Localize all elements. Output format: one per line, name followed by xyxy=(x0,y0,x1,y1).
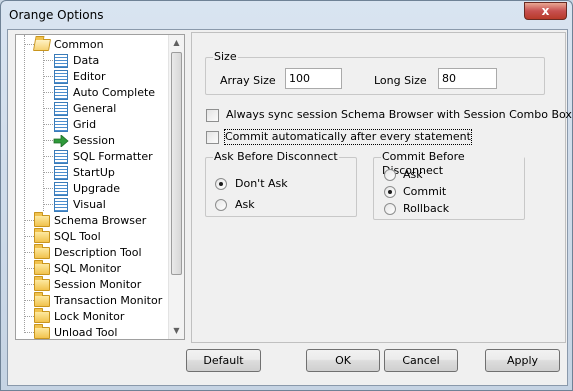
tree-item-label: Upgrade xyxy=(73,182,121,195)
array-size-label: Array Size xyxy=(220,74,276,87)
commit-label[interactable]: Commit xyxy=(403,185,446,199)
rollback-radio[interactable] xyxy=(384,203,396,215)
cancel-button[interactable]: Cancel xyxy=(384,349,458,372)
document-icon xyxy=(54,198,68,212)
folder-icon xyxy=(34,308,50,323)
tree-line xyxy=(24,316,34,317)
tree-line xyxy=(24,35,25,331)
window-title: Orange Options xyxy=(9,8,104,22)
tree-line xyxy=(24,220,34,221)
tree-item-label: Session xyxy=(73,134,115,147)
tree-line xyxy=(24,332,34,333)
ask-radio[interactable] xyxy=(215,199,227,211)
folder-icon xyxy=(34,212,50,227)
apply-button[interactable]: Apply xyxy=(485,349,560,372)
folder-icon xyxy=(34,324,50,339)
tree-line xyxy=(24,300,34,301)
options-window: Orange Options x Common Data Editor Auto… xyxy=(0,0,573,391)
commit-radio[interactable] xyxy=(384,186,396,198)
tree-line xyxy=(43,108,53,109)
tree-line xyxy=(43,124,53,125)
tree-item-label: Lock Monitor xyxy=(54,310,125,323)
document-icon xyxy=(54,86,68,100)
tree-item-label: SQL Tool xyxy=(54,230,101,243)
document-icon xyxy=(54,182,68,196)
tree-item-label: Transaction Monitor xyxy=(54,294,163,307)
rollback-label[interactable]: Rollback xyxy=(403,202,449,216)
tree-line xyxy=(24,236,34,237)
folder-icon xyxy=(34,260,50,275)
document-icon xyxy=(54,166,68,180)
folder-open-icon xyxy=(32,39,52,51)
ask-label[interactable]: Ask xyxy=(235,198,255,212)
commit-ask-label[interactable]: Ask xyxy=(403,168,423,182)
tree-item-label: SQL Monitor xyxy=(54,262,122,275)
folder-icon xyxy=(34,244,50,259)
session-options-panel: Size Array Size Long Size Always sync se… xyxy=(191,32,573,343)
document-icon xyxy=(54,102,68,116)
tree-line xyxy=(43,188,53,189)
tree-item-label: Description Tool xyxy=(54,246,142,259)
folder-icon xyxy=(34,276,50,291)
long-size-input[interactable] xyxy=(438,68,497,89)
dont-ask-label[interactable]: Don't Ask xyxy=(235,177,288,191)
always-sync-label[interactable]: Always sync session Schema Browser with … xyxy=(226,108,573,122)
options-tree: Common Data Editor Auto Complete General xyxy=(15,34,185,340)
tree-item-label: Session Monitor xyxy=(54,278,142,291)
tree-item-label: SQL Formatter xyxy=(73,150,153,163)
tree-item-label: Auto Complete xyxy=(73,86,156,99)
ok-button[interactable]: OK xyxy=(306,349,380,372)
scroll-up-arrow-icon[interactable]: ▲ xyxy=(169,35,184,51)
title-bar[interactable]: Orange Options x xyxy=(1,1,572,29)
tree-line xyxy=(43,51,44,211)
scroll-down-arrow-icon[interactable]: ▼ xyxy=(169,323,184,339)
tree-item-label: Visual xyxy=(73,198,106,211)
ask-before-disconnect-legend: Ask Before Disconnect xyxy=(213,150,339,164)
document-icon xyxy=(54,70,68,84)
tree-item-label: Editor xyxy=(73,70,106,83)
folder-icon xyxy=(34,228,50,243)
document-icon xyxy=(54,118,68,132)
document-icon xyxy=(54,54,68,68)
tree-item-label: General xyxy=(73,102,117,115)
always-sync-checkbox[interactable] xyxy=(206,109,219,122)
long-size-label: Long Size xyxy=(374,74,427,87)
tree-line xyxy=(43,204,53,205)
tree-line xyxy=(43,172,53,173)
commit-auto-label[interactable]: Commit automatically after every stateme… xyxy=(224,129,472,145)
tree-line xyxy=(43,60,53,61)
dont-ask-radio[interactable] xyxy=(215,178,227,190)
tree-line xyxy=(43,140,53,141)
commit-ask-radio[interactable] xyxy=(384,169,396,181)
tree-line xyxy=(24,44,34,45)
tree-item-label: StartUp xyxy=(73,166,115,179)
tree-scrollbar[interactable]: ▲ ▼ xyxy=(168,35,184,339)
tree-line xyxy=(43,76,53,77)
folder-icon xyxy=(34,292,50,307)
tree-item-label: Grid xyxy=(73,118,97,131)
array-size-input[interactable] xyxy=(285,68,342,89)
client-area: Common Data Editor Auto Complete General xyxy=(7,29,573,386)
commit-auto-checkbox[interactable] xyxy=(206,131,219,144)
tree-line xyxy=(43,92,53,93)
close-button[interactable]: x xyxy=(524,2,567,20)
default-button[interactable]: Default xyxy=(186,349,261,372)
close-icon: x xyxy=(541,4,550,18)
size-group-legend: Size xyxy=(213,50,238,64)
document-icon xyxy=(54,150,68,164)
tree-item-label: Schema Browser xyxy=(54,214,147,227)
tree-line xyxy=(43,156,53,157)
tree-item-label: Unload Tool xyxy=(54,326,118,339)
tree-item-label: Common xyxy=(54,38,104,51)
green-arrow-icon xyxy=(53,135,69,147)
tree-line xyxy=(24,284,34,285)
tree-line xyxy=(24,268,34,269)
tree-item-label: Data xyxy=(73,54,100,67)
scroll-thumb[interactable] xyxy=(171,52,182,275)
tree-line xyxy=(24,252,34,253)
